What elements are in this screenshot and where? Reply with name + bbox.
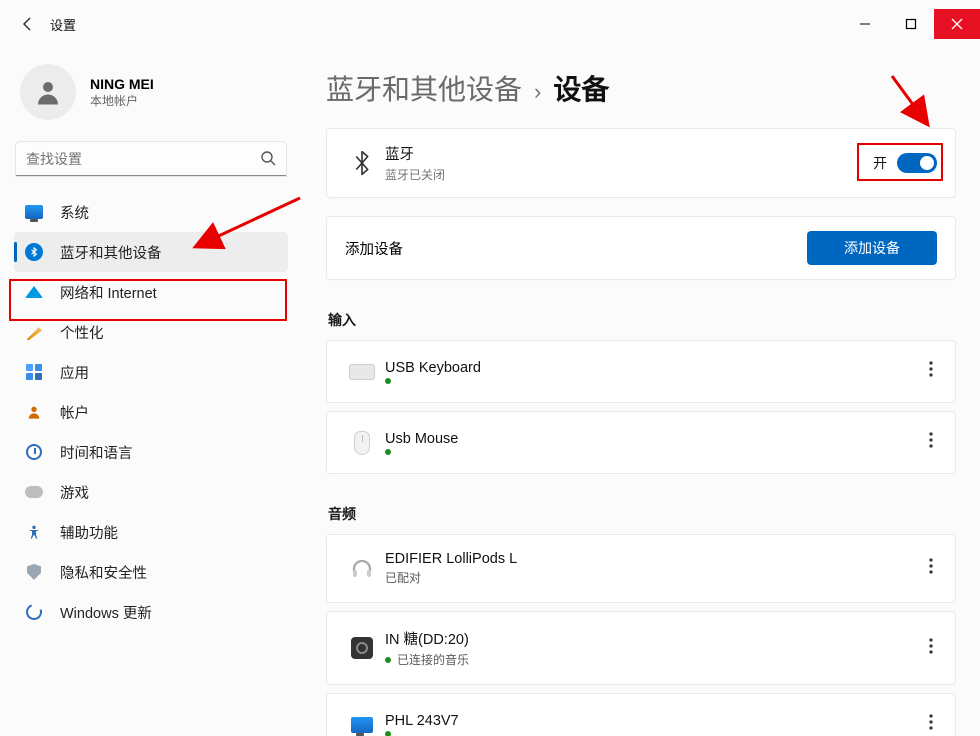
add-device-label: 添加设备: [345, 238, 403, 259]
device-name: PHL 243V7: [385, 713, 925, 729]
sidebar-item-label: 时间和语言: [60, 442, 133, 463]
add-device-card: 添加设备 添加设备: [326, 216, 956, 280]
window-title: 设置: [50, 15, 76, 34]
back-button[interactable]: [12, 8, 44, 40]
sidebar-item-apps[interactable]: 应用: [14, 352, 288, 392]
account-block[interactable]: NING MEI 本地帐户: [14, 56, 288, 142]
brush-icon: [24, 324, 44, 340]
sidebar-item-network[interactable]: 网络和 Internet: [14, 272, 288, 312]
sidebar-item-update[interactable]: Windows 更新: [14, 592, 288, 632]
minimize-button[interactable]: [842, 9, 888, 39]
sidebar-item-accounts[interactable]: 帐户: [14, 392, 288, 432]
accessibility-icon: [24, 524, 44, 540]
device-name: Usb Mouse: [385, 431, 925, 447]
sidebar-item-system[interactable]: 系统: [14, 192, 288, 232]
sidebar-item-privacy[interactable]: 隐私和安全性: [14, 552, 288, 592]
more-button[interactable]: [925, 710, 937, 736]
user-icon: [24, 404, 44, 420]
more-vertical-icon: [929, 714, 933, 730]
bluetooth-icon: [345, 150, 379, 176]
title-bar: 设置: [0, 0, 980, 48]
sidebar-item-label: Windows 更新: [60, 602, 152, 623]
sidebar-item-time-language[interactable]: 时间和语言: [14, 432, 288, 472]
maximize-button[interactable]: [888, 9, 934, 39]
chevron-right-icon: ›: [534, 79, 541, 105]
device-name: EDIFIER LolliPods L: [385, 551, 925, 567]
section-audio-label: 音频: [328, 504, 956, 524]
gamepad-icon: [24, 486, 44, 498]
avatar: [20, 64, 76, 120]
display-icon: [345, 717, 379, 733]
device-row-mouse[interactable]: Usb Mouse: [326, 411, 956, 474]
breadcrumb-current: 设备: [553, 68, 609, 108]
account-type: 本地帐户: [90, 92, 154, 109]
sidebar-item-label: 帐户: [60, 402, 89, 423]
close-button[interactable]: [934, 9, 980, 39]
more-vertical-icon: [929, 638, 933, 654]
breadcrumb: 蓝牙和其他设备 › 设备: [326, 62, 956, 128]
bluetooth-title: 蓝牙: [385, 143, 873, 164]
speaker-icon: [345, 637, 379, 659]
sidebar-item-bluetooth[interactable]: 蓝牙和其他设备: [14, 232, 288, 272]
more-button[interactable]: [925, 634, 937, 663]
breadcrumb-parent[interactable]: 蓝牙和其他设备: [326, 68, 522, 108]
annotation-highlight-toggle: [857, 143, 943, 181]
more-vertical-icon: [929, 432, 933, 448]
more-vertical-icon: [929, 361, 933, 377]
device-row-keyboard[interactable]: USB Keyboard: [326, 340, 956, 403]
section-input-label: 输入: [328, 310, 956, 330]
status-dot-icon: [385, 449, 391, 455]
update-icon: [24, 604, 44, 620]
minimize-icon: [859, 18, 871, 30]
apps-icon: [24, 364, 44, 380]
sidebar-item-label: 个性化: [60, 322, 104, 343]
add-device-button[interactable]: 添加设备: [807, 231, 937, 265]
wifi-icon: [24, 286, 44, 298]
clock-icon: [24, 444, 44, 460]
search-icon: [260, 150, 276, 171]
nav-list: 系统 蓝牙和其他设备 网络和 Internet 个性化 应用 帐户: [14, 192, 288, 632]
device-sub: 已配对: [385, 569, 421, 586]
device-name: IN 糖(DD:20): [385, 628, 925, 649]
main-content: 蓝牙和其他设备 › 设备 蓝牙 蓝牙已关闭 开 添加设备 添加设备 输入: [300, 48, 980, 736]
more-button[interactable]: [925, 357, 937, 386]
keyboard-icon: [345, 364, 379, 380]
maximize-icon: [905, 18, 917, 30]
bluetooth-circle-icon: [24, 243, 44, 261]
sidebar-item-label: 蓝牙和其他设备: [60, 242, 162, 263]
device-row-headphones[interactable]: EDIFIER LolliPods L 已配对: [326, 534, 956, 603]
more-button[interactable]: [925, 554, 937, 583]
sidebar-item-label: 辅助功能: [60, 522, 118, 543]
shield-icon: [24, 564, 44, 580]
sidebar-item-label: 应用: [60, 362, 89, 383]
status-dot-icon: [385, 657, 391, 663]
sidebar-item-label: 游戏: [60, 482, 89, 503]
user-icon: [33, 77, 63, 107]
device-row-speaker[interactable]: IN 糖(DD:20) 已连接的音乐: [326, 611, 956, 685]
device-row-display[interactable]: PHL 243V7: [326, 693, 956, 736]
status-dot-icon: [385, 731, 391, 736]
sidebar: NING MEI 本地帐户 系统 蓝牙和其他设备 网络和 Internet: [0, 48, 300, 736]
bluetooth-status: 蓝牙已关闭: [385, 166, 873, 183]
sidebar-item-label: 网络和 Internet: [60, 282, 157, 303]
close-icon: [951, 18, 963, 30]
sidebar-item-personalization[interactable]: 个性化: [14, 312, 288, 352]
device-name: USB Keyboard: [385, 360, 925, 376]
search-input[interactable]: [16, 142, 286, 176]
more-vertical-icon: [929, 558, 933, 574]
more-button[interactable]: [925, 428, 937, 457]
sidebar-item-gaming[interactable]: 游戏: [14, 472, 288, 512]
status-dot-icon: [385, 378, 391, 384]
sidebar-item-label: 隐私和安全性: [60, 562, 147, 583]
mouse-icon: [345, 431, 379, 455]
sidebar-item-label: 系统: [60, 202, 89, 223]
bluetooth-card: 蓝牙 蓝牙已关闭 开: [326, 128, 956, 198]
account-name: NING MEI: [90, 76, 154, 92]
monitor-icon: [24, 205, 44, 219]
headphones-icon: [345, 557, 379, 581]
device-sub: 已连接的音乐: [397, 651, 469, 668]
search-box[interactable]: [16, 142, 286, 176]
sidebar-item-accessibility[interactable]: 辅助功能: [14, 512, 288, 552]
arrow-left-icon: [20, 16, 36, 32]
